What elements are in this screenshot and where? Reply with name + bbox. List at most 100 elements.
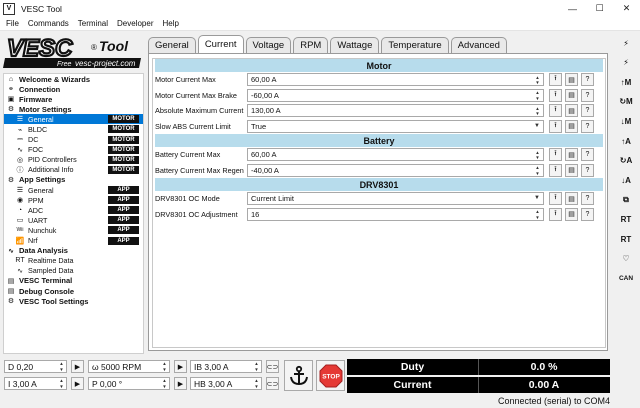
parameter-list[interactable]: Motor Motor Current Max 60,00 A ▲ ▼ ⭱ ▤? Motor … (152, 58, 606, 348)
tree-item[interactable]: ⚭ Connection (4, 84, 143, 94)
chevron-down-icon[interactable]: ▼ (534, 123, 540, 129)
write-app-config-icon[interactable]: ↓A (615, 171, 637, 189)
menu-developer[interactable]: Developer (117, 19, 153, 28)
tree-item[interactable]: ◎ PID Controllers MOTOR (4, 155, 143, 165)
read-default-motor-config-icon[interactable]: ↻M (615, 93, 637, 111)
read-default-icon[interactable]: ▤ (565, 88, 578, 102)
tree-item[interactable]: ∿ Data Analysis (4, 246, 143, 256)
duty-input[interactable]: D 0,20 ▲ ▼ (4, 360, 67, 373)
help-icon[interactable]: ? (581, 73, 594, 87)
upload-icon[interactable]: ⭱ (549, 73, 562, 87)
read-default-icon[interactable]: ▤ (565, 192, 578, 206)
read-app-config-icon[interactable]: ↑A (615, 132, 637, 150)
stop-button[interactable]: STOP (316, 360, 345, 391)
tree-icon[interactable]: ⧉ (615, 191, 637, 209)
maximize-button[interactable]: ☐ (586, 0, 613, 17)
handbrake-input[interactable]: HB 3,00 A ▲ ▼ (190, 377, 262, 390)
tree-item[interactable]: RT Realtime Data (4, 256, 143, 266)
tree-item[interactable]: ⚙ VESC Tool Settings (4, 296, 143, 306)
set-speed-button[interactable]: ▶ (174, 360, 187, 373)
help-icon[interactable]: ? (581, 192, 594, 206)
read-default-icon[interactable]: ▤ (565, 119, 578, 133)
tree-item[interactable]: ⌂ Welcome & Wizards (4, 74, 143, 84)
upload-icon[interactable]: ⭱ (549, 88, 562, 102)
upload-icon[interactable]: ⭱ (549, 104, 562, 118)
tab-voltage[interactable]: Voltage (245, 37, 292, 53)
tab-rpm[interactable]: RPM (293, 37, 329, 53)
help-icon[interactable]: ? (581, 104, 594, 118)
tree-item[interactable]: ☰ General MOTOR (4, 114, 143, 125)
spinner-arrows-icon[interactable]: ▲ ▼ (534, 105, 541, 117)
write-motor-config-icon[interactable]: ↓M (615, 112, 637, 130)
read-default-icon[interactable]: ▤ (565, 148, 578, 162)
current-input[interactable]: I 3,00 A ▲ ▼ (4, 377, 67, 390)
read-default-app-config-icon[interactable]: ↻A (615, 152, 637, 170)
rt-app-icon[interactable]: RT (615, 230, 637, 248)
tree-item[interactable]: ⌁ BLDC MOTOR (4, 124, 143, 134)
upload-icon[interactable]: ⭱ (549, 192, 562, 206)
tree-item[interactable]: ◉ PPM APP (4, 195, 143, 205)
tab-advanced[interactable]: Advanced (450, 37, 507, 53)
tree-item[interactable]: ▣ Firmware (4, 94, 143, 104)
tree-item[interactable]: ▤ VESC Terminal (4, 276, 143, 286)
connect-icon[interactable]: ⚡ (615, 34, 637, 52)
tree-item[interactable]: ⚙ Motor Settings (4, 104, 143, 114)
help-icon[interactable]: ? (581, 148, 594, 162)
tree-item[interactable]: ⚙ App Settings (4, 175, 143, 185)
brake-current-input[interactable]: IB 3,00 A ▲ ▼ (190, 360, 262, 373)
parameter-spinbox[interactable]: 60,00 A ▲ ▼ (247, 148, 544, 162)
set-duty-button[interactable]: ▶ (71, 360, 84, 373)
tree-item[interactable]: 📶 Nrf APP (4, 236, 143, 246)
tab-general[interactable]: General (148, 37, 196, 53)
tree-item[interactable]: ⎓ DC MOTOR (4, 135, 143, 145)
current-spinner[interactable]: ▲ ▼ (58, 378, 65, 389)
tree-item[interactable]: ∿ Sampled Data (4, 266, 143, 276)
set-position-button[interactable]: ▶ (174, 377, 187, 390)
set-brake-current-button[interactable]: ⊂⊃ (266, 360, 279, 373)
upload-icon[interactable]: ⭱ (549, 163, 562, 177)
tab-current[interactable]: Current (197, 35, 244, 53)
tree-item[interactable]: ☰ General APP (4, 185, 143, 195)
help-icon[interactable]: ? (581, 163, 594, 177)
tree-item[interactable]: ◔ ADC APP (4, 205, 143, 215)
parameter-spinbox[interactable]: 16 ▲ ▼ (247, 207, 544, 221)
tab-temperature[interactable]: Temperature (381, 37, 449, 53)
parameter-spinbox[interactable]: 130,00 A ▲ ▼ (247, 104, 544, 118)
tree-item[interactable]: ▤ Debug Console (4, 286, 143, 296)
position-spinner[interactable]: ▲ ▼ (161, 378, 168, 389)
upload-icon[interactable]: ⭱ (549, 148, 562, 162)
speed-input[interactable]: ω 5000 RPM ▲ ▼ (88, 360, 170, 373)
anchor-button[interactable] (284, 360, 313, 391)
read-default-icon[interactable]: ▤ (565, 163, 578, 177)
parameter-combo[interactable]: Current Limit ▼ (247, 192, 544, 206)
menu-file[interactable]: File (6, 19, 19, 28)
help-icon[interactable]: ? (581, 119, 594, 133)
tree-item[interactable]: ⓘ Additional Info MOTOR (4, 165, 143, 175)
set-current-button[interactable]: ▶ (71, 377, 84, 390)
read-default-icon[interactable]: ▤ (565, 73, 578, 87)
rt-data-icon[interactable]: RT (615, 210, 637, 228)
spinner-arrows-icon[interactable]: ▲ ▼ (534, 90, 541, 101)
brake-current-spinner[interactable]: ▲ ▼ (253, 361, 260, 372)
spinner-arrows-icon[interactable]: ▲ ▼ (534, 165, 541, 176)
parameter-spinbox[interactable]: -40,00 A ▲ ▼ (247, 163, 544, 177)
close-button[interactable]: ✕ (613, 0, 640, 17)
set-handbrake-button[interactable]: ⊂⊃ (266, 377, 279, 390)
tree-item[interactable]: ▭ UART APP (4, 215, 143, 225)
parameter-spinbox[interactable]: -60,00 A ▲ ▼ (247, 88, 544, 102)
menu-commands[interactable]: Commands (28, 19, 69, 28)
disconnect-icon[interactable]: ⚡ (615, 54, 637, 72)
spinner-arrows-icon[interactable]: ▲ ▼ (534, 149, 541, 161)
parameter-spinbox[interactable]: 60,00 A ▲ ▼ (247, 73, 544, 87)
tree-item[interactable]: Wii Nunchuk APP (4, 225, 143, 235)
spinner-arrows-icon[interactable]: ▲ ▼ (534, 209, 541, 220)
can-icon[interactable]: CAN (615, 269, 637, 287)
spinner-arrows-icon[interactable]: ▲ ▼ (534, 74, 541, 86)
duty-spinner[interactable]: ▲ ▼ (58, 361, 65, 372)
upload-icon[interactable]: ⭱ (549, 207, 562, 221)
tree-item[interactable]: ∿ FOC MOTOR (4, 145, 143, 155)
read-motor-config-icon[interactable]: ↑M (615, 73, 637, 91)
help-icon[interactable]: ? (581, 207, 594, 221)
menu-help[interactable]: Help (163, 19, 179, 28)
upload-icon[interactable]: ⭱ (549, 119, 562, 133)
